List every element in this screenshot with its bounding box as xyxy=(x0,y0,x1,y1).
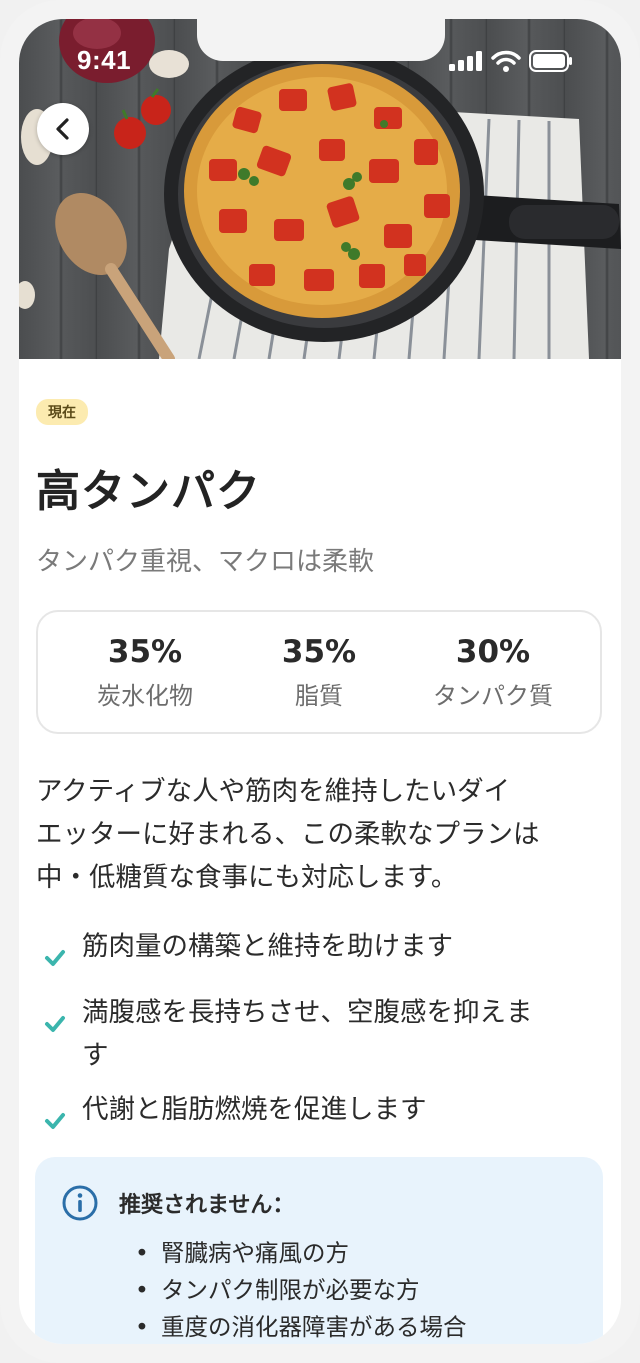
screen: 9:41 現在 高タンパク タンパク重視、マクロは柔軟 35% 炭水化物 35%… xyxy=(19,19,621,1344)
status-time: 9:41 xyxy=(77,45,132,75)
back-button[interactable] xyxy=(37,103,89,155)
benefit-line: 満腹感を長持ちさせ、空腹感を抑えま xyxy=(82,997,533,1028)
benefit-item: 代謝と脂肪燃焼を促進します xyxy=(36,1088,604,1143)
not-recommended-notice: 推奨されません： • 腎臓病や痛風の方 • タンパク制限が必要な方 • 重度の消化器障… xyxy=(35,1157,603,1344)
garlic xyxy=(149,50,189,78)
cellular-signal-icon xyxy=(449,51,482,71)
cherry-tomato xyxy=(141,95,171,125)
plan-title: 高タンパク xyxy=(36,466,261,517)
benefit-line: す xyxy=(82,1040,109,1071)
macro-protein: 30% タンパク質 xyxy=(408,634,578,711)
status-icons xyxy=(449,50,573,72)
check-icon xyxy=(36,1088,82,1143)
check-icon xyxy=(36,925,82,980)
current-badge: 現在 xyxy=(36,399,88,425)
benefit-item: 筋肉量の構築と維持を助けます xyxy=(36,925,604,980)
description-line: アクティブな人や筋肉を維持したいダイ xyxy=(36,776,511,807)
macro-carbs: 35% 炭水化物 xyxy=(60,634,230,711)
benefit-list: 筋肉量の構築と維持を助けます 満腹感を長持ちさせ、空腹感を抑えま す 代謝と脂肪… xyxy=(36,925,604,1143)
chevron-left-icon xyxy=(56,118,69,140)
benefit-text: 代謝と脂肪燃焼を促進します xyxy=(82,1088,602,1131)
battery-icon xyxy=(529,50,572,72)
notice-list: • 腎臓病や痛風の方 • タンパク制限が必要な方 • 重度の消化器障害がある場合 xyxy=(135,1235,467,1344)
benefit-text: 筋肉量の構築と維持を助けます xyxy=(82,925,602,968)
macro-value: 35% xyxy=(281,633,357,670)
wooden-spoon xyxy=(55,193,175,359)
notice-item-text: タンパク制限が必要な方 xyxy=(161,1276,420,1304)
benefit-item: 満腹感を長持ちさせ、空腹感を抑えま す xyxy=(36,991,604,1077)
macro-label: 炭水化物 xyxy=(97,681,193,710)
notice-item: • 重度の消化器障害がある場合 xyxy=(135,1309,467,1344)
macro-fat: 35% 脂質 xyxy=(234,634,404,711)
benefit-line: 代謝と脂肪燃焼を促進します xyxy=(82,1094,427,1125)
macro-summary: 35% 炭水化物 35% 脂質 30% タンパク質 xyxy=(36,610,602,734)
phone-frame: 9:41 現在 高タンパク タンパク重視、マクロは柔軟 35% 炭水化物 35%… xyxy=(0,0,640,1363)
plan-details: 現在 高タンパク タンパク重視、マクロは柔軟 35% 炭水化物 35% 脂質 3… xyxy=(36,399,604,1154)
plan-description: アクティブな人や筋肉を維持したいダイ エッターに好まれる、この柔軟なプランは 中… xyxy=(36,770,606,899)
plan-subtitle: タンパク重視、マクロは柔軟 xyxy=(36,547,375,577)
notice-item-text: 腎臓病や痛風の方 xyxy=(161,1239,349,1267)
benefit-text: 満腹感を長持ちさせ、空腹感を抑えま す xyxy=(82,991,602,1077)
notice-item-text: 重度の消化器障害がある場合 xyxy=(161,1313,467,1341)
notice-item: • タンパク制限が必要な方 xyxy=(135,1272,467,1309)
description-line: エッターに好まれる、この柔軟なプランは xyxy=(36,819,540,850)
info-icon xyxy=(62,1185,98,1221)
macro-value: 30% xyxy=(455,633,531,670)
camera-notch xyxy=(197,19,445,61)
macro-value: 35% xyxy=(107,633,183,670)
notice-title: 推奨されません： xyxy=(119,1193,295,1218)
notice-item: • 腎臓病や痛風の方 xyxy=(135,1235,467,1272)
macro-label: 脂質 xyxy=(295,681,343,710)
wifi-icon xyxy=(491,50,521,72)
macro-label: タンパク質 xyxy=(433,681,553,710)
description-line: 中・低糖質な食事にも対応します。 xyxy=(36,862,458,893)
benefit-line: 筋肉量の構築と維持を助けます xyxy=(82,931,453,962)
check-icon xyxy=(36,991,82,1046)
